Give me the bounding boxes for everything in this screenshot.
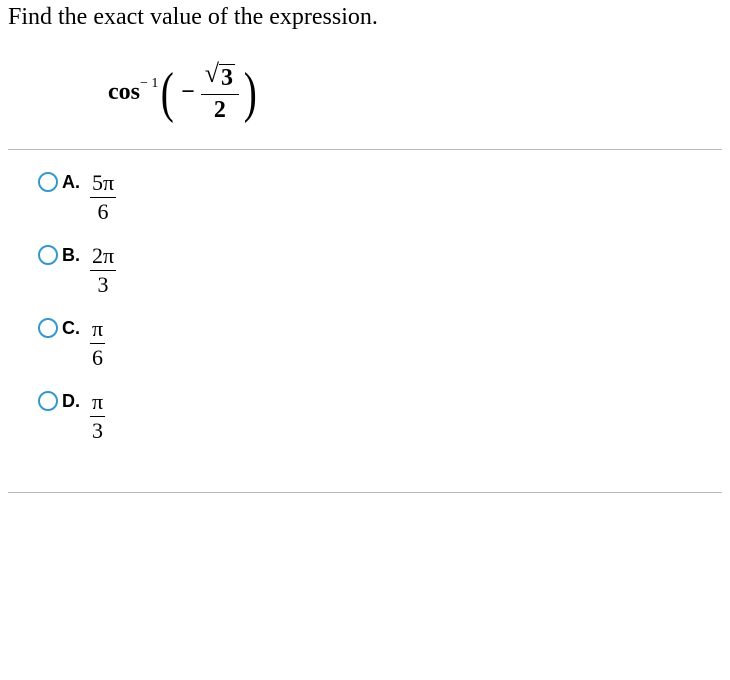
left-paren: ( bbox=[161, 65, 174, 121]
choice-d[interactable]: D. π 3 bbox=[38, 389, 722, 444]
divider-bottom bbox=[8, 492, 722, 493]
choice-a[interactable]: A. 5π 6 bbox=[38, 170, 722, 225]
sqrt: √ 3 bbox=[205, 61, 235, 92]
choice-value: π 3 bbox=[90, 389, 105, 444]
superscript: − 1 bbox=[140, 76, 158, 91]
expression: cos− 1 ( − √ 3 2 ) bbox=[108, 61, 722, 124]
choice-label: C. bbox=[62, 318, 90, 339]
choice-den: 6 bbox=[92, 344, 103, 371]
choice-num: 2π bbox=[90, 243, 116, 271]
sqrt-sign: √ bbox=[205, 61, 219, 87]
choice-den: 6 bbox=[98, 198, 109, 225]
denominator: 2 bbox=[214, 95, 226, 124]
choices: A. 5π 6 B. 2π 3 C. π 6 D. π 3 bbox=[8, 150, 722, 492]
choice-num: π bbox=[90, 389, 105, 417]
choice-value: 5π 6 bbox=[90, 170, 116, 225]
numerator: √ 3 bbox=[201, 61, 239, 95]
choice-label: D. bbox=[62, 391, 90, 412]
sqrt-content: 3 bbox=[219, 64, 235, 92]
radio-icon[interactable] bbox=[38, 391, 58, 411]
choice-den: 3 bbox=[98, 271, 109, 298]
choice-num: 5π bbox=[90, 170, 116, 198]
choice-num: π bbox=[90, 316, 105, 344]
choice-c[interactable]: C. π 6 bbox=[38, 316, 722, 371]
func-cos: cos− 1 bbox=[108, 79, 158, 106]
radio-icon[interactable] bbox=[38, 318, 58, 338]
choice-label: A. bbox=[62, 172, 90, 193]
minus-sign: − bbox=[181, 79, 195, 106]
choice-value: π 6 bbox=[90, 316, 105, 371]
radio-icon[interactable] bbox=[38, 245, 58, 265]
choice-label: B. bbox=[62, 245, 90, 266]
right-paren: ) bbox=[244, 65, 257, 121]
fraction: √ 3 2 bbox=[201, 61, 239, 124]
choice-den: 3 bbox=[92, 417, 103, 444]
radio-icon[interactable] bbox=[38, 172, 58, 192]
question-text: Find the exact value of the expression. bbox=[8, 4, 722, 31]
choice-b[interactable]: B. 2π 3 bbox=[38, 243, 722, 298]
choice-value: 2π 3 bbox=[90, 243, 116, 298]
